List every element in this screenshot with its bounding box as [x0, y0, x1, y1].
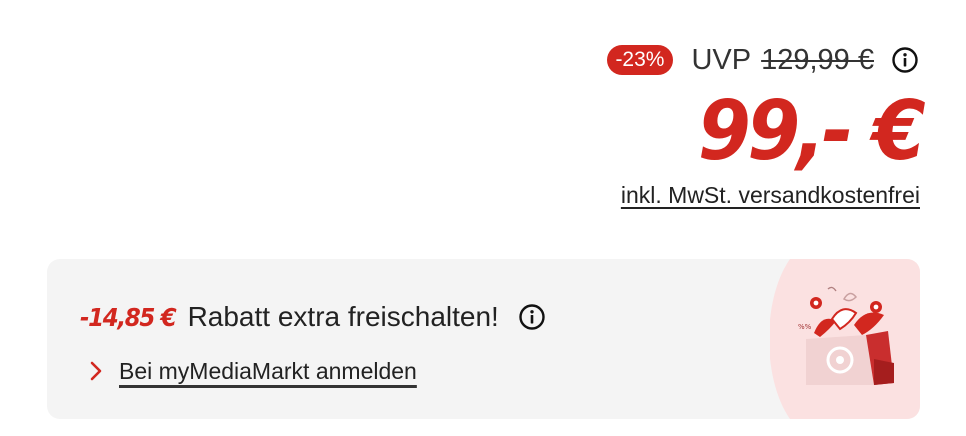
shopping-bag-gift-icon: %%	[769, 259, 920, 419]
promo-line: -14,85 € Rabatt extra freischalten!	[80, 297, 547, 337]
svg-text:%%: %%	[798, 323, 812, 331]
info-icon[interactable]	[517, 302, 547, 332]
uvp-row: -23% UVP 129,99 €	[607, 40, 920, 80]
tax-shipping-link[interactable]: inkl. MwSt. versandkostenfrei	[621, 182, 920, 209]
main-price: 99,- €	[697, 84, 926, 179]
chevron-right-icon	[87, 361, 105, 381]
info-icon[interactable]	[890, 45, 920, 75]
promo-card: -14,85 € Rabatt extra freischalten! Bei …	[47, 259, 920, 419]
uvp-price: 129,99 €	[761, 43, 874, 76]
uvp-label: UVP	[691, 43, 752, 76]
discount-badge: -23%	[607, 45, 674, 75]
promo-discount-amount: -14,85 €	[80, 302, 177, 332]
price-section: -23% UVP 129,99 € 99,- € inkl. MwSt. ver…	[0, 0, 966, 436]
login-link-label: Bei myMediaMarkt anmelden	[119, 357, 417, 384]
promo-text: Rabatt extra freischalten!	[187, 301, 499, 332]
login-link[interactable]: Bei myMediaMarkt anmelden	[87, 355, 417, 387]
